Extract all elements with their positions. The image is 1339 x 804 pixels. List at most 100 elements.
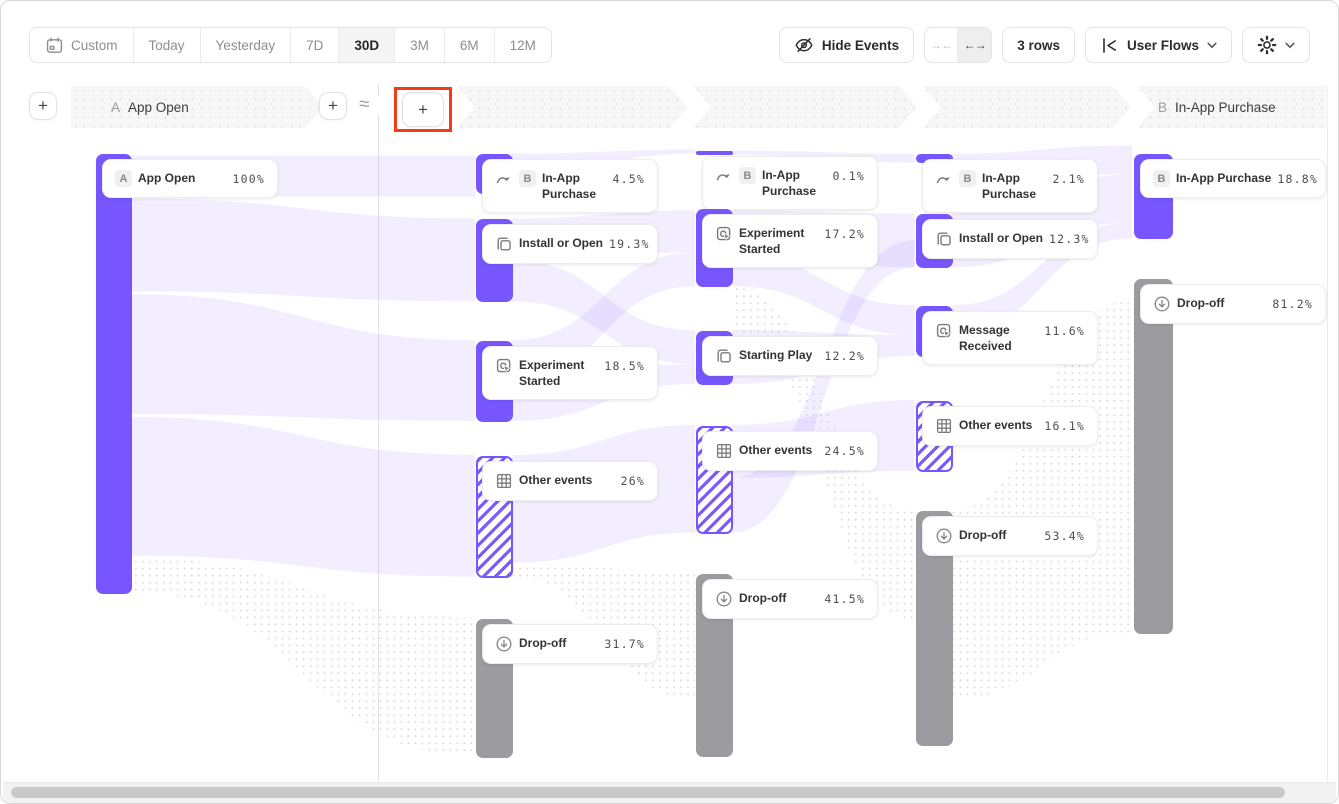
drop-off-icon (935, 527, 953, 545)
date-range-today[interactable]: Today (133, 28, 200, 62)
rows-button[interactable]: 3 rows (1002, 27, 1075, 63)
click-target-icon (935, 322, 953, 340)
node-percent: 26% (621, 472, 645, 489)
node-label: Experiment Started (519, 357, 591, 389)
flow-node-card[interactable]: B In-App Purchase 0.1% (702, 156, 878, 210)
settings-dropdown[interactable] (1242, 27, 1310, 63)
node-percent: 12.3% (1049, 230, 1090, 247)
approx-icon: ≈ (359, 94, 369, 116)
hide-events-button[interactable]: Hide Events (779, 27, 914, 63)
node-label: Message Received (959, 322, 1031, 354)
date-range-label: 30D (354, 38, 379, 53)
user-flows-dropdown[interactable]: User Flows (1085, 27, 1232, 63)
hide-events-label: Hide Events (822, 38, 899, 53)
flow-node-card[interactable]: Drop-off 41.5% (702, 579, 878, 619)
flow-node-card[interactable]: Other events 26% (482, 461, 658, 501)
eye-off-icon (794, 35, 814, 55)
trend-arrow-icon (935, 170, 953, 188)
node-percent: 0.1% (833, 167, 866, 184)
flow-node-card[interactable]: Experiment Started 18.5% (482, 346, 658, 400)
horizontal-scrollbar-track[interactable] (3, 783, 1336, 803)
step-band-in-app-purchase[interactable]: B In-App Purchase (1137, 86, 1326, 128)
flow-node-card[interactable]: A App Open 100% (102, 159, 278, 198)
flow-node-card[interactable]: Other events 24.5% (702, 431, 878, 471)
date-range-3m[interactable]: 3M (394, 28, 444, 62)
flow-node-card[interactable]: Drop-off 81.2% (1140, 284, 1326, 324)
flow-node-card[interactable]: Message Received 11.6% (922, 311, 1098, 365)
step-label: B In-App Purchase (1158, 100, 1276, 115)
expand-columns-button[interactable]: ←→ (958, 28, 991, 62)
step-badge-letter: A (111, 100, 120, 115)
step-band-app-open[interactable]: A App Open (71, 86, 323, 128)
node-percent: 100% (233, 170, 266, 187)
flow-node-card[interactable]: Other events 16.1% (922, 406, 1098, 446)
date-range-label: Custom (71, 38, 118, 53)
date-range-6m[interactable]: 6M (444, 28, 494, 62)
step-badge-letter: B (1158, 100, 1167, 115)
flow-node-card[interactable]: B In-App Purchase 2.1% (922, 159, 1098, 213)
click-target-icon (715, 225, 733, 243)
flow-bar[interactable] (96, 154, 132, 594)
date-range-30d[interactable]: 30D (338, 28, 394, 62)
date-range-label: 12M (510, 38, 536, 53)
add-step-after-a-button[interactable]: + (319, 92, 347, 120)
flow-node-card[interactable]: Drop-off 53.4% (922, 516, 1098, 556)
node-label: Drop-off (959, 527, 1006, 543)
collapse-columns-button[interactable]: →← (925, 28, 958, 62)
node-label: Install or Open (959, 230, 1043, 246)
flow-node-card[interactable]: B In-App Purchase 4.5% (482, 159, 658, 213)
flow-node-card[interactable]: Install or Open 12.3% (922, 219, 1098, 259)
flow-node-card[interactable]: Drop-off 31.7% (482, 624, 658, 664)
step-name: In-App Purchase (1175, 100, 1276, 115)
expand-icon: ←→ (964, 38, 986, 52)
step-band-4[interactable] (923, 86, 1131, 128)
node-label: Drop-off (519, 635, 566, 651)
date-range-7d[interactable]: 7D (290, 28, 338, 62)
node-label: In-App Purchase (982, 170, 1047, 202)
flow-node-card[interactable]: Experiment Started 17.2% (702, 214, 878, 268)
add-step-before-button[interactable]: + (29, 92, 57, 120)
date-range-yesterday[interactable]: Yesterday (200, 28, 291, 62)
node-label: In-App Purchase (762, 167, 827, 199)
plus-icon: + (418, 100, 428, 120)
date-range-label: 6M (460, 38, 479, 53)
horizontal-scrollbar-thumb[interactable] (11, 787, 1285, 798)
flow-node-card[interactable]: B In-App Purchase 18.8% (1140, 159, 1326, 198)
date-range-custom[interactable]: Custom (30, 28, 133, 62)
node-label: Install or Open (519, 235, 603, 251)
flow-ribbon (132, 294, 475, 421)
drop-off-icon (495, 635, 513, 653)
flow-bar[interactable] (1134, 279, 1173, 634)
node-label: Experiment Started (739, 225, 811, 257)
flow-node-card[interactable]: Starting Play 12.2% (702, 336, 878, 376)
plus-icon: + (38, 96, 48, 116)
node-label: Drop-off (1177, 295, 1224, 311)
flow-ribbon (132, 199, 475, 302)
flows-chart-icon (1100, 36, 1119, 55)
trend-arrow-icon (495, 170, 513, 188)
step-name: App Open (128, 100, 189, 115)
date-range-label: 3M (410, 38, 429, 53)
add-step-new-button[interactable]: + (402, 92, 444, 127)
step-band-3[interactable] (693, 86, 917, 128)
date-range-group: Custom Today Yesterday 7D 30D 3M 6M 12M (29, 27, 552, 63)
overlapping-squares-icon (935, 230, 953, 248)
flow-bar[interactable] (696, 151, 733, 155)
click-target-icon (495, 357, 513, 375)
date-range-label: Today (149, 38, 185, 53)
node-percent: 81.2% (1272, 295, 1313, 312)
overlapping-squares-icon (715, 347, 733, 365)
flow-node-card[interactable]: Install or Open 19.3% (482, 224, 658, 264)
node-percent: 11.6% (1044, 322, 1085, 339)
flow-ribbon (132, 558, 475, 757)
date-range-12m[interactable]: 12M (494, 28, 551, 62)
chevron-down-icon (1285, 42, 1295, 49)
step-badge: B (1153, 170, 1170, 187)
node-percent: 31.7% (604, 635, 645, 652)
step-band-2[interactable] (457, 86, 687, 128)
date-range-label: Yesterday (216, 38, 276, 53)
grid-icon (935, 417, 953, 435)
node-percent: 2.1% (1053, 170, 1086, 187)
node-percent: 12.2% (824, 347, 865, 364)
node-percent: 17.2% (824, 225, 865, 242)
